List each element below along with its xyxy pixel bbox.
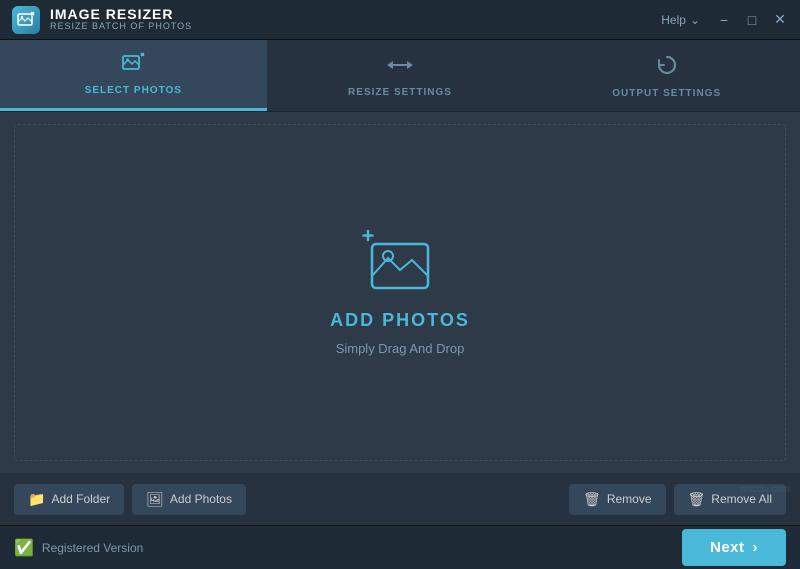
toolbar-left: 📁 Add Folder 🖼 Add Photos xyxy=(14,484,246,515)
add-photos-button[interactable]: 🖼 Add Photos xyxy=(132,484,246,515)
drop-zone[interactable]: ADD PHOTOS Simply Drag And Drop xyxy=(14,124,786,461)
title-bar: IMAGE RESIZER RESIZE BATCH OF PHOTOS Hel… xyxy=(0,0,800,40)
photos-icon: 🖼 xyxy=(146,491,164,508)
status-bar: ✅ Registered Version Next › xyxy=(0,525,800,569)
tab-output-settings[interactable]: OUTPUT SETTINGS xyxy=(533,40,800,111)
registered-icon: ✅ xyxy=(14,538,34,558)
select-photos-label: SELECT PHOTOS xyxy=(85,85,182,96)
next-label: Next xyxy=(710,539,745,556)
title-bar-right: Help ⌄ − □ ✕ xyxy=(661,11,788,28)
resize-settings-icon xyxy=(387,54,413,82)
registered-label: Registered Version xyxy=(42,541,143,555)
app-name-label: IMAGE RESIZER xyxy=(50,7,192,22)
minimize-button[interactable]: − xyxy=(716,12,732,28)
title-bar-left: IMAGE RESIZER RESIZE BATCH OF PHOTOS xyxy=(12,6,192,34)
remove-label: Remove xyxy=(607,492,652,506)
app-subtitle-label: RESIZE BATCH OF PHOTOS xyxy=(50,22,192,32)
maximize-button[interactable]: □ xyxy=(744,12,760,28)
select-photos-icon xyxy=(121,52,145,80)
window-controls: − □ ✕ xyxy=(716,11,788,28)
remove-button[interactable]: 🗑 Remove xyxy=(569,484,665,515)
add-folder-button[interactable]: 📁 Add Folder xyxy=(14,484,124,515)
status-left: ✅ Registered Version xyxy=(14,538,143,558)
add-photos-icon xyxy=(360,230,440,300)
watermark: wscdn.com xyxy=(740,484,790,495)
add-photos-label: ADD PHOTOS xyxy=(330,310,470,331)
drag-drop-label: Simply Drag And Drop xyxy=(336,341,465,356)
drop-zone-inner: ADD PHOTOS Simply Drag And Drop xyxy=(330,230,470,356)
output-settings-label: OUTPUT SETTINGS xyxy=(612,88,721,99)
resize-settings-label: RESIZE SETTINGS xyxy=(348,87,452,98)
tab-bar: SELECT PHOTOS RESIZE SETTINGS OUTPUT SET… xyxy=(0,40,800,112)
add-photos-btn-label: Add Photos xyxy=(170,492,232,506)
app-title: IMAGE RESIZER RESIZE BATCH OF PHOTOS xyxy=(50,7,192,32)
output-settings-icon xyxy=(655,53,679,83)
tab-resize-settings[interactable]: RESIZE SETTINGS xyxy=(267,40,534,111)
bottom-toolbar: 📁 Add Folder 🖼 Add Photos 🗑 Remove 🗑 Rem… xyxy=(0,473,800,525)
folder-icon: 📁 xyxy=(28,491,45,508)
remove-icon: 🗑 xyxy=(583,491,601,508)
tab-select-photos[interactable]: SELECT PHOTOS xyxy=(0,40,267,111)
remove-all-icon: 🗑 xyxy=(688,491,706,508)
add-folder-label: Add Folder xyxy=(51,492,110,506)
app-icon xyxy=(12,6,40,34)
help-button[interactable]: Help ⌄ xyxy=(661,13,700,27)
next-arrow-icon: › xyxy=(753,539,759,556)
next-button[interactable]: Next › xyxy=(682,529,786,566)
close-button[interactable]: ✕ xyxy=(772,11,788,28)
